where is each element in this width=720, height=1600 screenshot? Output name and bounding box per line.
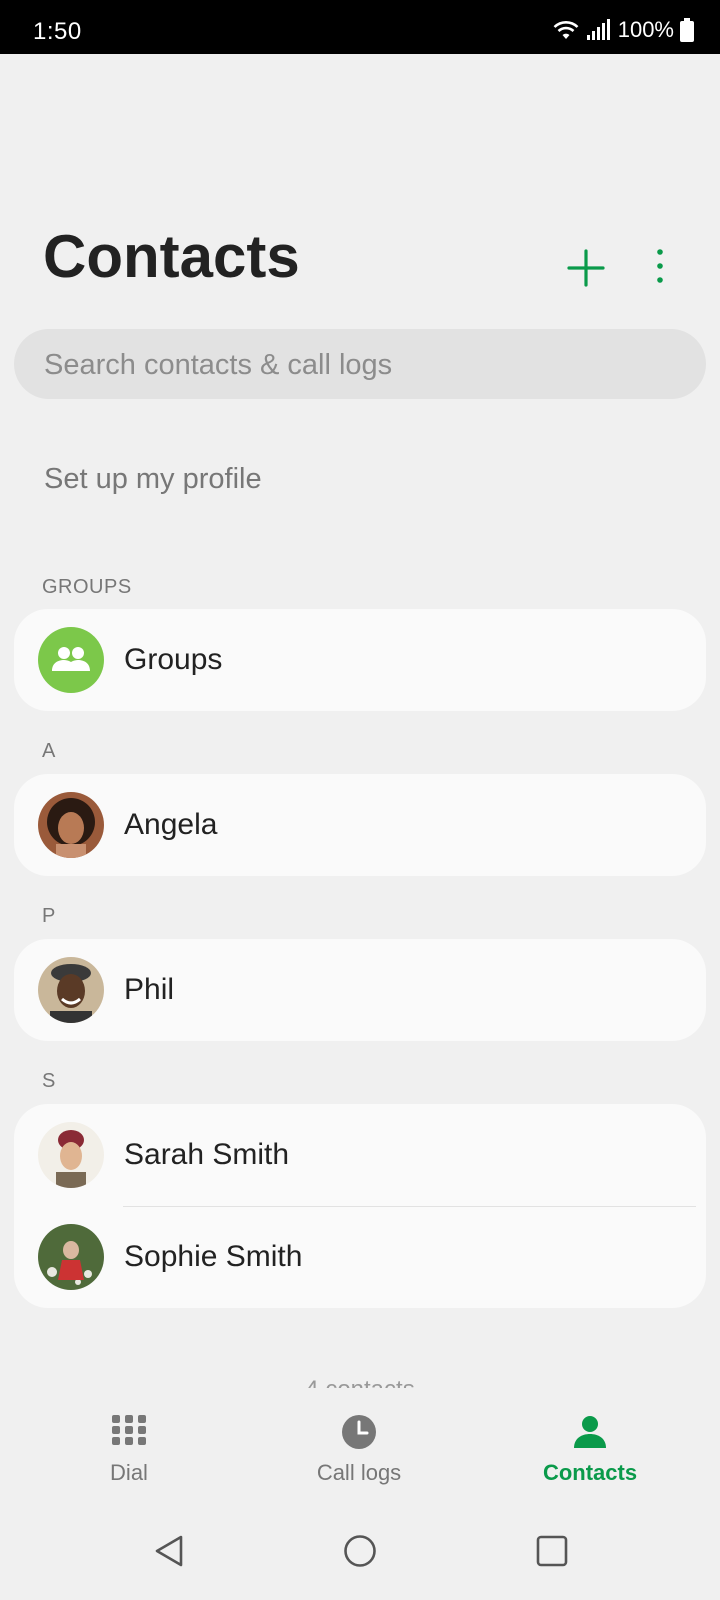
status-bar: 1:50 100%: [0, 0, 720, 54]
back-button[interactable]: [153, 1534, 185, 1573]
home-circle-icon: [344, 1535, 376, 1567]
battery-percent: 100%: [617, 17, 674, 42]
group-label: Groups: [124, 643, 223, 676]
search-input[interactable]: Search contacts & call logs: [14, 329, 706, 399]
contacts-card-s: Sarah Smith Sophie Smith: [14, 1104, 706, 1308]
contact-row[interactable]: Phil: [14, 939, 706, 1039]
setup-profile-link[interactable]: Set up my profile: [44, 463, 262, 496]
search-placeholder: Search contacts & call logs: [44, 349, 393, 381]
contact-name: Phil: [124, 973, 175, 1006]
recents-square-icon: [536, 1535, 568, 1567]
groups-card: Groups: [14, 609, 706, 711]
tab-call-logs[interactable]: Call logs: [259, 1392, 459, 1492]
home-button[interactable]: [343, 1534, 377, 1573]
add-contact-button[interactable]: [566, 248, 606, 288]
person-icon: [574, 1416, 606, 1448]
clock-icon: [342, 1415, 376, 1449]
back-triangle-icon: [155, 1535, 183, 1567]
section-header-groups: GROUPS: [42, 576, 132, 598]
tab-contacts[interactable]: Contacts: [490, 1392, 690, 1492]
status-time: 1:50: [33, 18, 82, 45]
battery-icon: [680, 18, 694, 42]
section-header-p: P: [42, 905, 56, 927]
avatar: [38, 1224, 104, 1290]
contact-row[interactable]: Angela: [14, 774, 706, 874]
system-nav-bar: [0, 1500, 720, 1600]
more-vertical-icon: [657, 249, 663, 283]
contact-name: Sophie Smith: [124, 1240, 303, 1273]
contacts-card-a: Angela: [14, 774, 706, 876]
list-item-groups[interactable]: Groups: [14, 609, 706, 709]
avatar: [38, 1122, 104, 1188]
contact-name: Sarah Smith: [124, 1138, 290, 1171]
section-header-a: A: [42, 740, 56, 762]
avatar: [38, 792, 104, 858]
contact-row[interactable]: Sophie Smith: [14, 1206, 706, 1306]
recents-button[interactable]: [535, 1534, 569, 1573]
contact-row[interactable]: Sarah Smith: [14, 1104, 706, 1204]
dialpad-icon: [112, 1415, 146, 1445]
status-icons: 100%: [552, 17, 694, 43]
plus-icon: [567, 249, 605, 287]
tab-call-logs-label: Call logs: [316, 1460, 402, 1485]
contact-count-text: 4 contacts: [0, 1376, 720, 1388]
tab-dial[interactable]: Dial: [29, 1392, 229, 1492]
bottom-nav: Dial Call logs Contacts: [0, 1392, 720, 1492]
groups-icon: [38, 627, 104, 693]
signal-icon: [586, 19, 610, 40]
section-header-s: S: [42, 1070, 56, 1092]
page-title: Contacts: [43, 223, 300, 290]
more-options-button[interactable]: [645, 246, 675, 286]
contact-name: Angela: [124, 808, 218, 841]
avatar: [38, 957, 104, 1023]
contacts-card-p: Phil: [14, 939, 706, 1041]
tab-contacts-label: Contacts: [542, 1460, 638, 1485]
wifi-icon: [553, 21, 579, 39]
tab-dial-label: Dial: [110, 1460, 148, 1485]
